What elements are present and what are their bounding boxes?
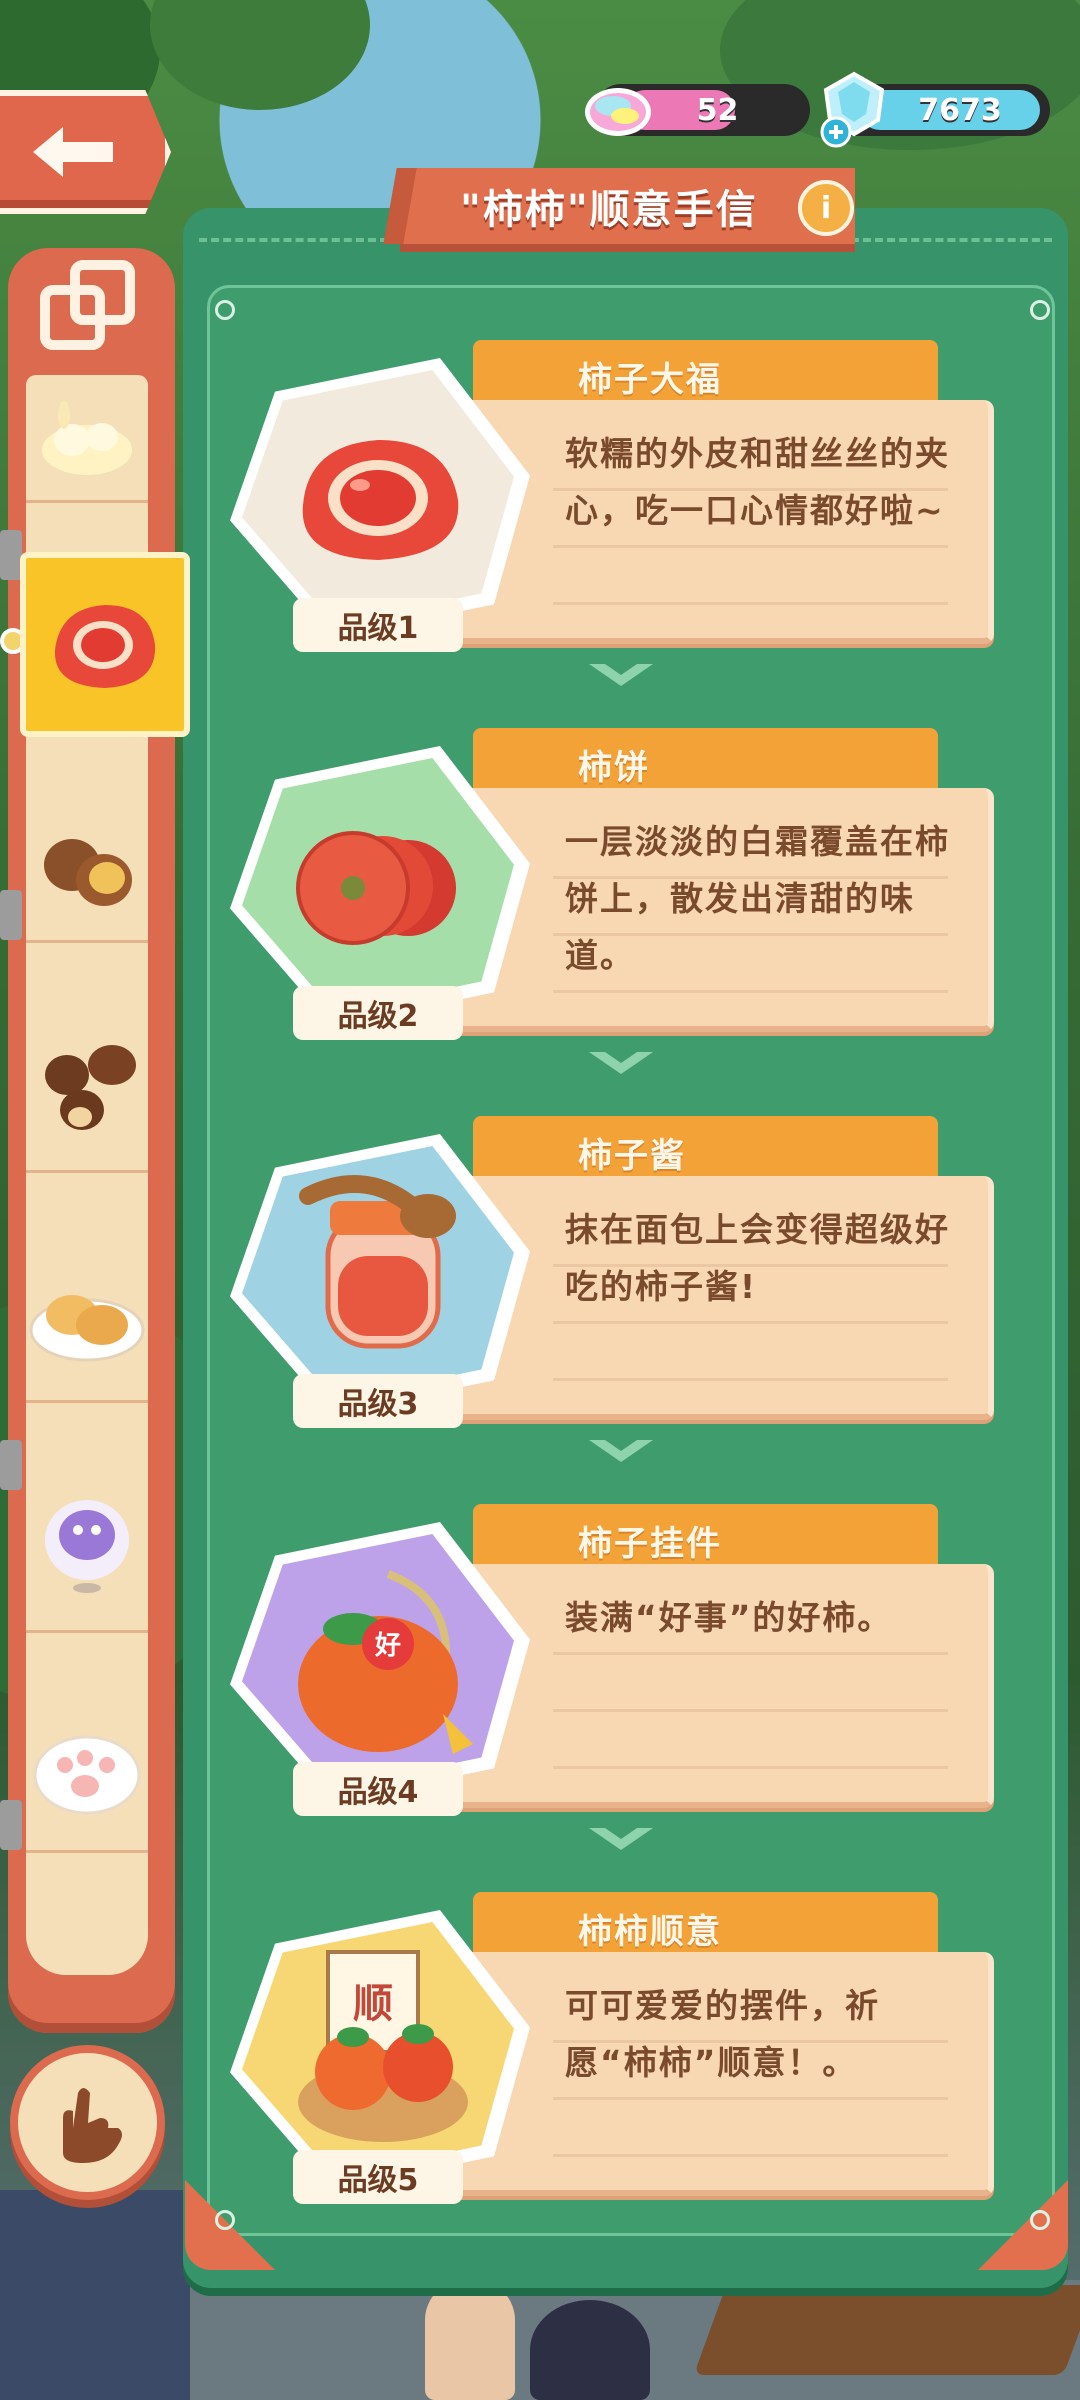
- item-grade: 品级1: [293, 598, 463, 652]
- item-description: 抹在面包上会变得超级好吃的柿子酱!: [565, 1210, 950, 1306]
- sidebar-tab-marker: [0, 1800, 22, 1850]
- item-card[interactable]: 柿饼一层淡淡的白霜覆盖在柿饼上，散发出清甜的味道。品级2: [228, 728, 1008, 1040]
- corner-dot: [215, 300, 235, 320]
- sidebar-tab-marker: [0, 1440, 22, 1490]
- diamond-icon: [820, 71, 885, 148]
- item-grade: 品级3: [293, 1374, 463, 1428]
- bunny-pastry-icon: [42, 401, 132, 475]
- collection-toggle-button[interactable]: [30, 255, 150, 365]
- corner-dot: [215, 2210, 235, 2230]
- corner-dot: [1030, 300, 1050, 320]
- item-card[interactable]: 柿子酱抹在面包上会变得超级好吃的柿子酱! 品级3: [228, 1116, 1008, 1428]
- item-description: 装满“好事”的好柿。: [565, 1598, 893, 1637]
- red-mochi-icon: [54, 604, 156, 688]
- svg-text:好: 好: [374, 1631, 401, 1661]
- sidebar-item-mushrooms[interactable]: [26, 1010, 148, 1173]
- item-image: 顺: [298, 1950, 468, 2142]
- item-card[interactable]: 柿子挂件装满“好事”的好柿。好品级4: [228, 1504, 1008, 1816]
- sidebar-tab-marker: [0, 530, 22, 580]
- item-name: 柿柿顺意: [578, 1912, 722, 1952]
- pointing-hand-icon: [62, 2087, 122, 2163]
- brown-nut-icon: [45, 1045, 136, 1130]
- back-button[interactable]: [0, 90, 171, 214]
- diamond-counter[interactable]: 7673: [820, 71, 1050, 148]
- item-name: 柿子酱: [578, 1136, 686, 1176]
- chestnut-icon: [44, 839, 132, 906]
- item-name: 柿子大福: [578, 360, 722, 400]
- mooncake-plate-icon: [29, 1295, 145, 1362]
- bench: [693, 2285, 1080, 2375]
- purple-ghost-icon: [45, 1500, 129, 1593]
- sidebar-item-bunny-dessert[interactable]: [26, 380, 148, 503]
- item-name: 柿子挂件: [578, 1524, 722, 1564]
- sidebar-tab-marker: [0, 890, 22, 940]
- cotton-candy-counter: 52: [585, 84, 810, 136]
- rainbow-cloud-icon: [585, 88, 651, 136]
- item-image: [299, 1175, 456, 1349]
- chevron-down-icon: [589, 1052, 653, 1074]
- corner-dot: [1030, 2210, 1050, 2230]
- chevron-down-icon: [589, 1828, 653, 1850]
- overlapping-squares-icon: [40, 260, 135, 350]
- cat-character: [530, 2300, 650, 2400]
- cat-paw-icon: [33, 1735, 141, 1815]
- sidebar-item-persimmon-daifuku[interactable]: [20, 552, 190, 737]
- item-image: [296, 831, 456, 945]
- title-ribbon: "柿柿"顺意手信: [400, 168, 855, 244]
- item-image: [302, 440, 459, 560]
- item-grade: 品级4: [293, 1762, 463, 1816]
- item-description: 一层淡淡的白霜覆盖在柿饼上，散发出清甜的味道。: [565, 822, 950, 975]
- item-description: 可可爱爱的摆件，祈愿“柿柿”顺意！。: [565, 1986, 880, 2082]
- sidebar-item-purple-cloud[interactable]: [26, 1460, 148, 1633]
- info-icon[interactable]: i: [798, 180, 854, 236]
- arrow-left-icon: [32, 127, 113, 177]
- chevron-down-icon: [589, 1440, 653, 1462]
- item-card[interactable]: 柿柿顺意可可爱爱的摆件，祈愿“柿柿”顺意！。 顺品级5: [228, 1892, 1008, 2204]
- sidebar-item-mooncake-plate[interactable]: [26, 1240, 148, 1403]
- item-name: 柿饼: [578, 748, 650, 788]
- hut: [0, 2190, 190, 2400]
- npc-character: [425, 2280, 515, 2400]
- sidebar-item-chestnuts[interactable]: [26, 800, 148, 943]
- svg-text:顺: 顺: [353, 1981, 393, 2027]
- item-image: 好: [298, 1570, 473, 1754]
- item-description: 软糯的外皮和甜丝丝的夹心，吃一口心情都好啦~: [565, 434, 950, 530]
- item-grade: 品级2: [293, 986, 463, 1040]
- item-card[interactable]: 柿子大福软糯的外皮和甜丝丝的夹心，吃一口心情都好啦~ 品级1: [228, 340, 1008, 652]
- chevron-down-icon: [589, 664, 653, 686]
- hand-pointer-button[interactable]: [10, 2045, 165, 2200]
- item-grade: 品级5: [293, 2150, 463, 2204]
- sidebar-item-cat-paw[interactable]: [26, 1690, 148, 1853]
- page-title: "柿柿"顺意手信: [460, 187, 758, 233]
